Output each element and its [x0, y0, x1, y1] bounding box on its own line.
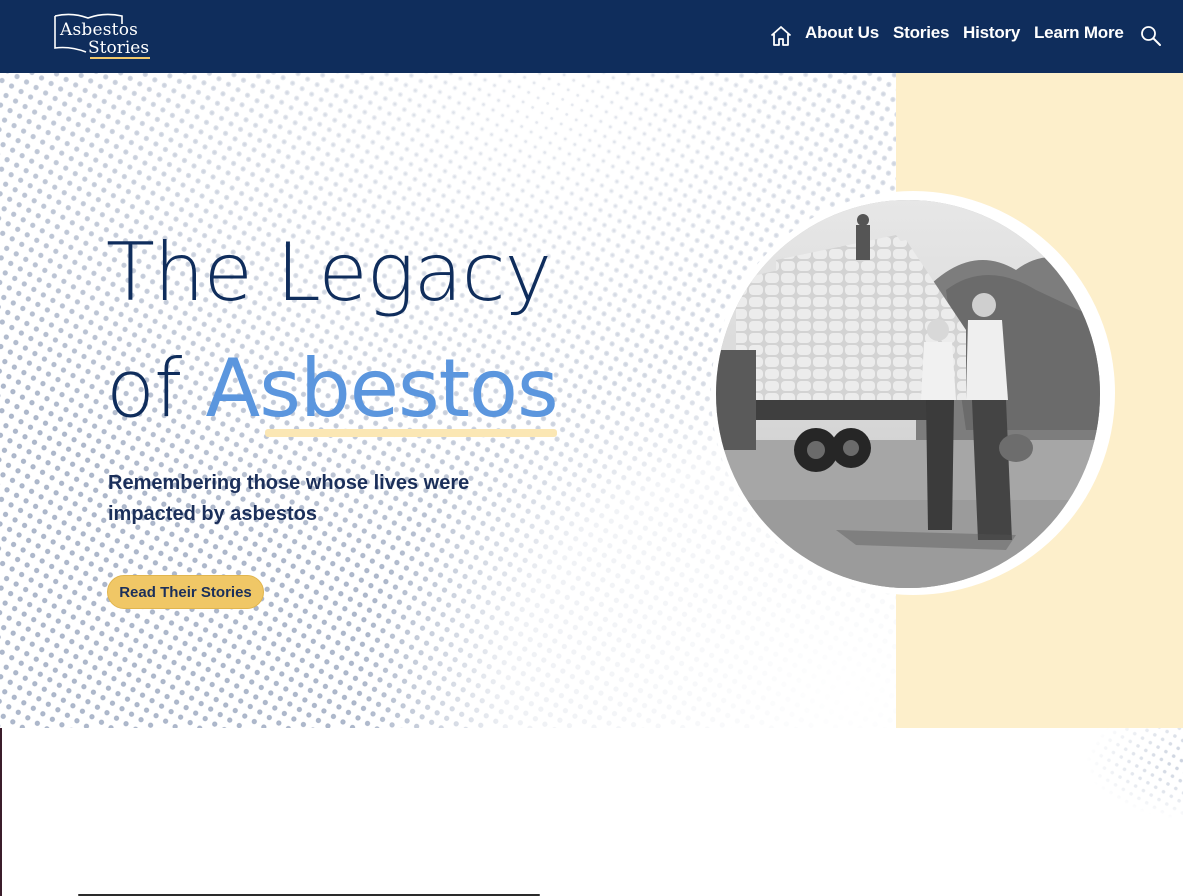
- home-icon[interactable]: [769, 24, 793, 48]
- hero-title-of: of: [106, 342, 206, 435]
- hero-section: The Legacy of Asbestos Remembering those…: [0, 73, 1183, 728]
- nav-history[interactable]: History: [963, 23, 1020, 43]
- historical-photo: [716, 200, 1100, 588]
- logo-text-line1: Asbestos: [60, 20, 139, 40]
- hero-title-line1: The Legacy: [106, 226, 552, 319]
- site-logo[interactable]: Asbestos Stories: [52, 10, 162, 62]
- site-header: Asbestos Stories About Us Stories Histor…: [0, 0, 1183, 73]
- halftone-corner-decoration: [860, 728, 1183, 896]
- nav-about-us[interactable]: About Us: [805, 23, 879, 43]
- hero-subtitle: Remembering those whose lives were impac…: [108, 472, 470, 525]
- hero-title-accent: Asbestos: [205, 342, 559, 435]
- left-edge-line: [0, 728, 2, 896]
- read-their-stories-button[interactable]: Read Their Stories: [107, 575, 264, 609]
- nav-learn-more[interactable]: Learn More: [1034, 23, 1124, 43]
- below-hero-section: [0, 728, 1183, 896]
- historical-photo-trucks-and-men-icon: [716, 200, 1100, 588]
- search-icon[interactable]: [1139, 24, 1163, 48]
- hero-title-line2: of Asbestos: [106, 349, 559, 429]
- logo-underline: [90, 57, 150, 59]
- logo-text-line2: Stories: [88, 38, 150, 58]
- nav-stories[interactable]: Stories: [893, 23, 949, 43]
